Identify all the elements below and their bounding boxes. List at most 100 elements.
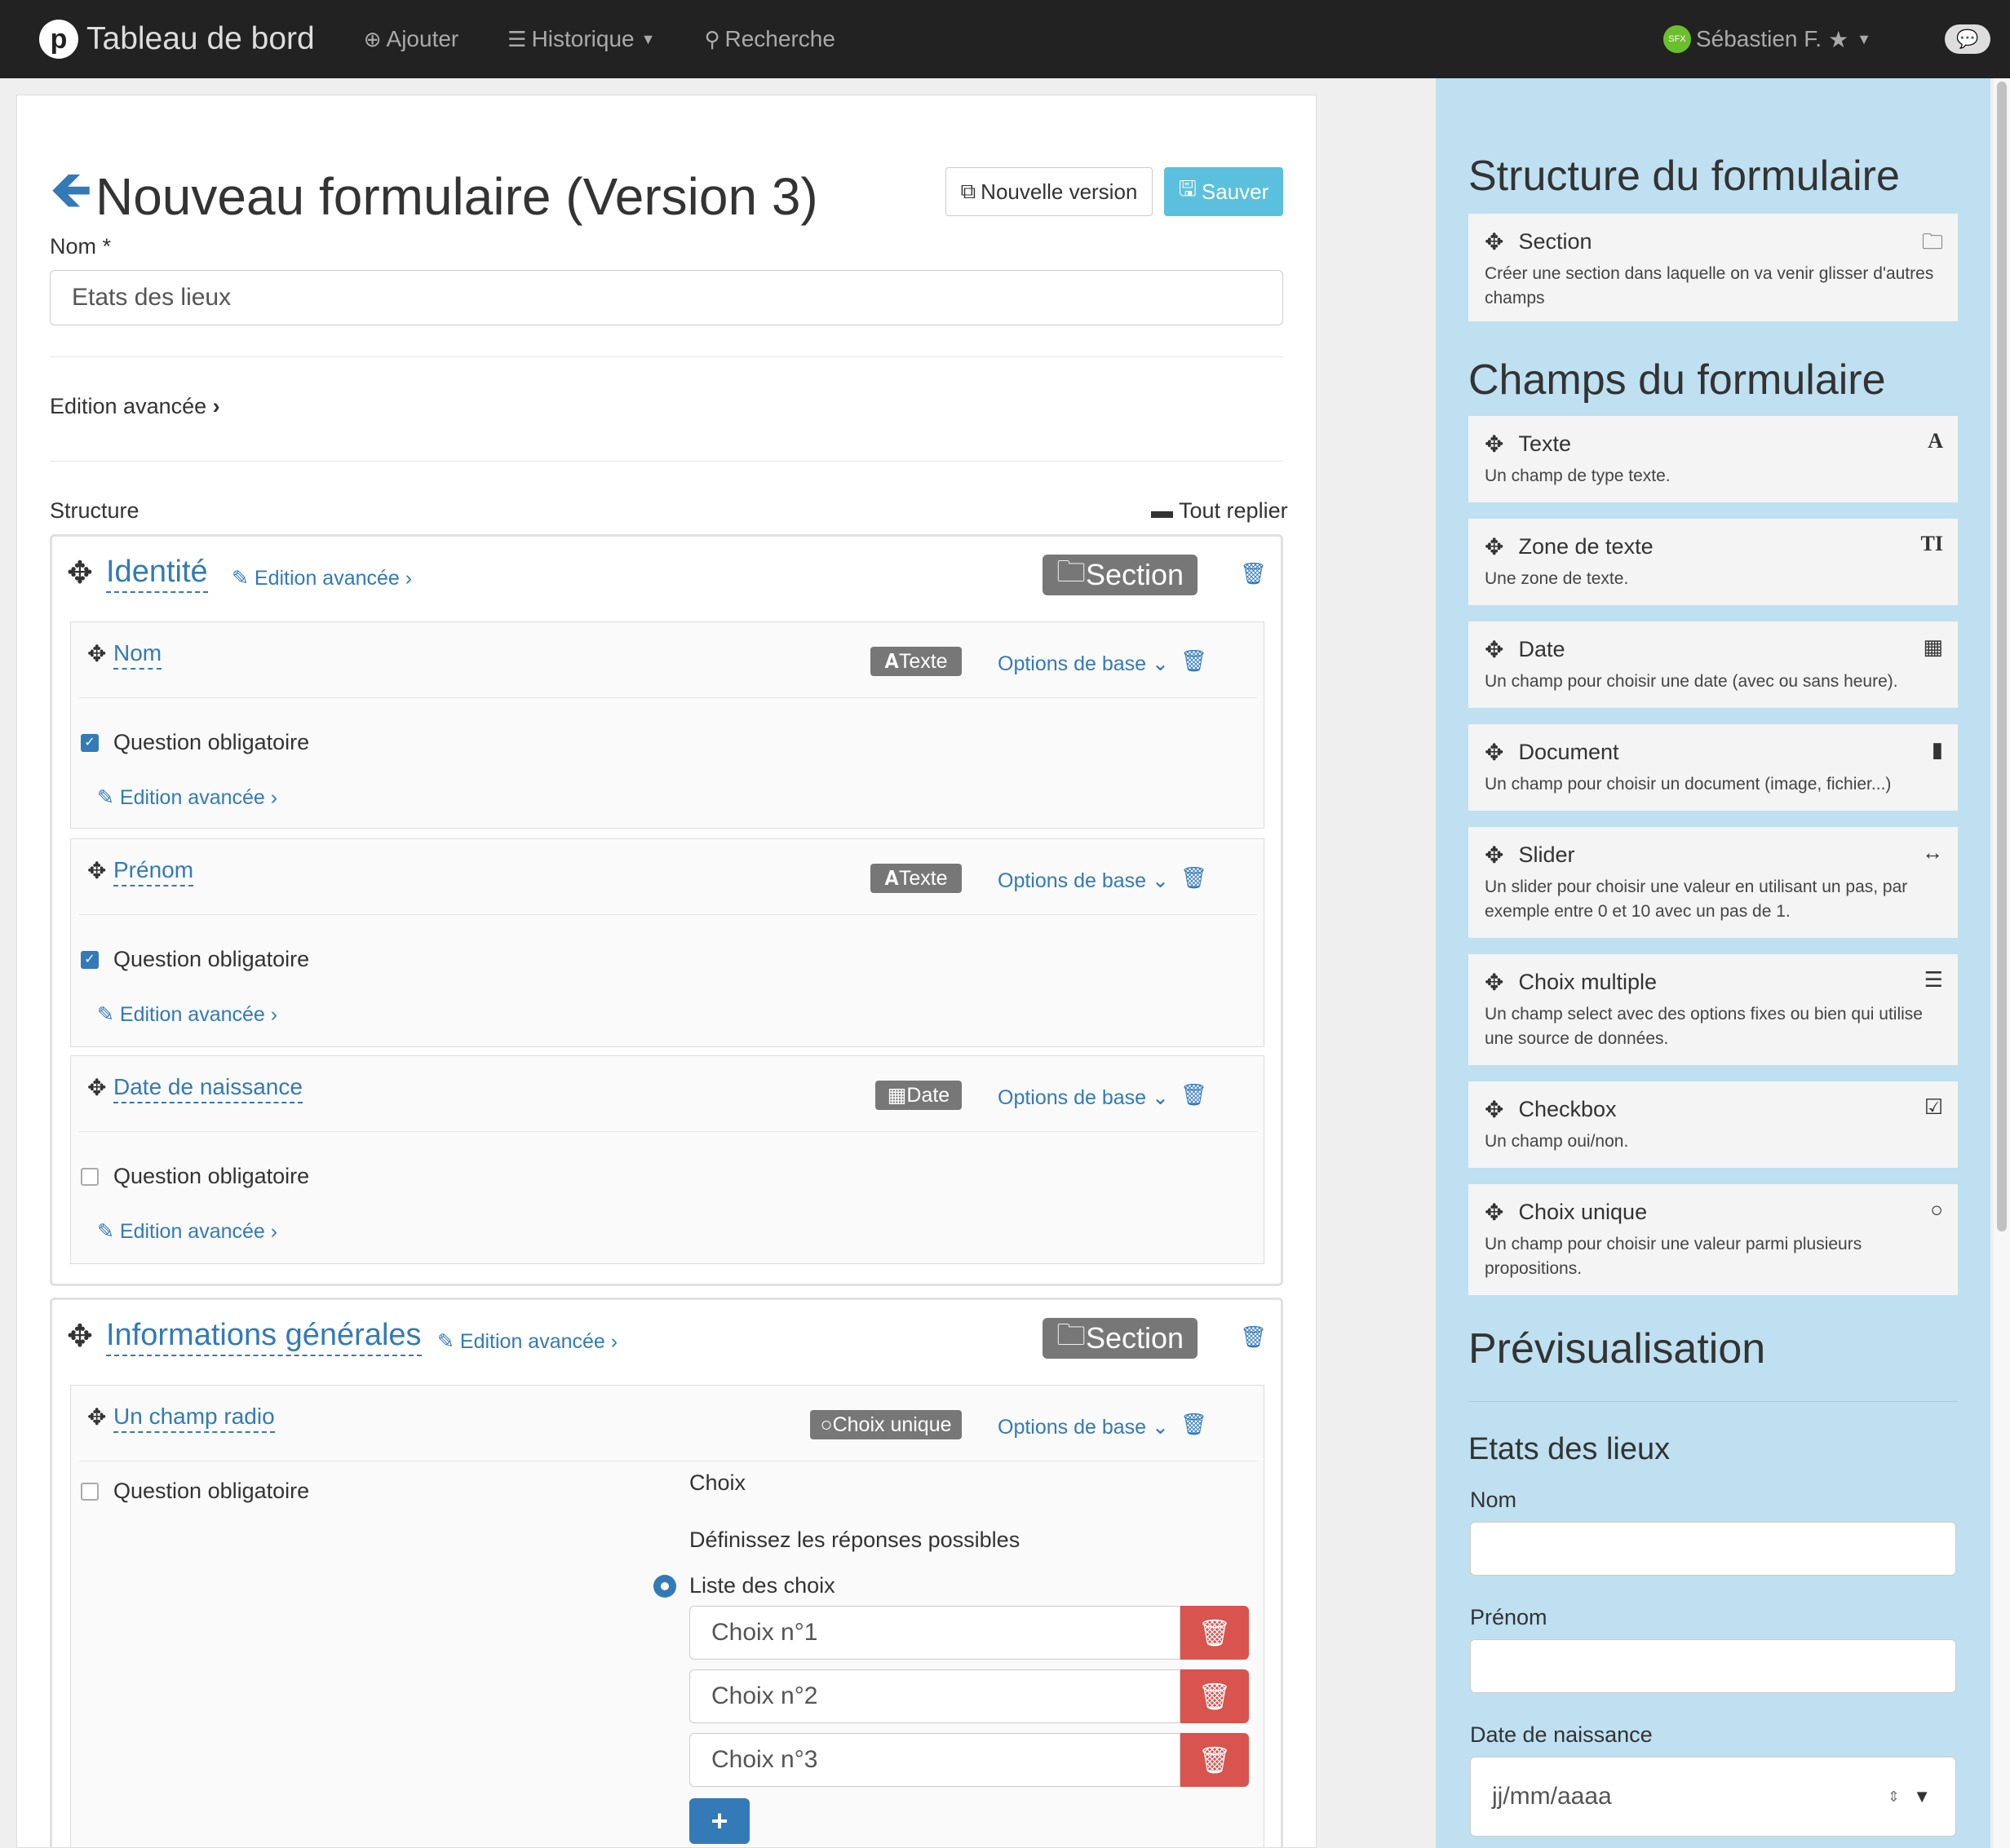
base-options-dropdown[interactable]: Options de base ⌄: [998, 1415, 1169, 1439]
page-title-text: Nouveau formulaire (Version 3): [95, 167, 818, 226]
trash-icon[interactable]: 🗑: [1180, 1412, 1207, 1437]
list-icon: ☰: [1924, 967, 1943, 992]
palette-texte[interactable]: ✥ Texte Un champ de type texte. A: [1468, 416, 1958, 502]
section-title[interactable]: Identité: [106, 555, 208, 593]
required-checkbox[interactable]: Question obligatoire: [81, 1164, 309, 1189]
field-advanced-link[interactable]: ✎ Edition avancée ›: [97, 1002, 277, 1027]
scrollbar[interactable]: [1994, 78, 2010, 1848]
required-checkbox[interactable]: Question obligatoire: [81, 1479, 309, 1504]
trash-icon[interactable]: 🗑: [1180, 648, 1207, 674]
move-icon: ✥: [1485, 842, 1504, 868]
radio-selected-icon: [653, 1574, 676, 1598]
move-icon[interactable]: ✥: [87, 1074, 106, 1101]
arrows-horizontal-icon: ↔: [1922, 840, 1943, 864]
section-advanced-link[interactable]: ✎ Edition avancée ›: [232, 566, 412, 590]
type-badge: ○ Choix unique: [810, 1410, 962, 1439]
trash-icon: 🗑: [1198, 1618, 1232, 1647]
move-icon: ✥: [1485, 1200, 1504, 1225]
nav-history[interactable]: ☰ Historique ▼: [507, 26, 655, 52]
new-version-button[interactable]: ⧉ Nouvelle version: [945, 167, 1153, 216]
palette-section[interactable]: ✥ Section Créer une section dans laquelle…: [1468, 214, 1958, 321]
delete-choice-button[interactable]: 🗑: [1180, 1606, 1249, 1660]
minus-square-icon: ▬: [1151, 498, 1173, 523]
form-name-input[interactable]: Etats des lieux: [50, 270, 1283, 325]
palette-choix-multiple[interactable]: ✥ Choix multiple Un champ select avec des…: [1468, 954, 1958, 1065]
delete-choice-button[interactable]: 🗑: [1180, 1669, 1249, 1723]
move-icon[interactable]: ✥: [87, 640, 106, 667]
preview-prenom-input[interactable]: [1470, 1639, 1956, 1693]
field-advanced-link[interactable]: ✎ Edition avancée ›: [97, 785, 277, 810]
collapse-all-button[interactable]: ▬ Tout replier: [1151, 498, 1288, 524]
choices-list-radio[interactable]: Liste des choix: [653, 1573, 835, 1598]
page-title: 🡸 Nouveau formulaire (Version 3): [50, 153, 818, 241]
field-name[interactable]: Nom: [113, 640, 162, 670]
name-label: Nom *: [50, 234, 112, 259]
brand-label: Tableau de bord: [86, 21, 315, 56]
palette-choix-unique[interactable]: ✥ Choix unique Un champ pour choisir une …: [1468, 1184, 1958, 1295]
divider: [79, 697, 1257, 698]
circle-icon: ○: [1930, 1197, 1943, 1222]
plus-icon: +: [711, 1804, 728, 1837]
move-icon: ✥: [1485, 229, 1504, 254]
nav-add[interactable]: ⊕ Ajouter: [364, 26, 459, 52]
search-icon: ⚲: [704, 26, 720, 51]
palette-slider[interactable]: ✥ Slider Un slider pour choisir une valeu…: [1468, 827, 1958, 938]
scrollbar-thumb[interactable]: [1997, 82, 2007, 1231]
move-icon[interactable]: ✥: [67, 1318, 93, 1355]
trash-icon[interactable]: 🗑: [1240, 561, 1267, 586]
fields-title: Champs du formulaire: [1468, 356, 1886, 404]
section-title[interactable]: Informations générales: [106, 1318, 422, 1356]
field-name[interactable]: Prénom: [113, 857, 194, 886]
field-prenom: ✥ Prénom 𝐀 Texte Options de base ⌄ 🗑 ✓ Qu…: [70, 838, 1264, 1047]
caret-down-icon: ▼: [640, 30, 656, 47]
brand-link[interactable]: p Tableau de bord: [39, 20, 315, 59]
choice-input[interactable]: Choix n°1: [689, 1606, 1180, 1660]
user-menu[interactable]: SFX Sébastien F. ★ ▼: [1662, 25, 1871, 53]
preview-date-input[interactable]: jj/mm/aaaa ⇕ ▼: [1470, 1757, 1956, 1837]
palette-document[interactable]: ✥ Document Un champ pour choisir un docum…: [1468, 724, 1958, 811]
preview-nom-input[interactable]: [1470, 1522, 1956, 1576]
field-name[interactable]: Date de naissance: [113, 1074, 303, 1103]
nav-search[interactable]: ⚲ Recherche: [704, 26, 835, 52]
caret-down-icon: ▼: [1857, 30, 1871, 47]
required-checkbox[interactable]: ✓ Question obligatoire: [81, 730, 309, 755]
section-advanced-link[interactable]: ✎ Edition avancée ›: [437, 1329, 618, 1354]
nav-search-label: Recherche: [724, 26, 835, 51]
move-icon[interactable]: ✥: [87, 1404, 106, 1430]
delete-choice-button[interactable]: 🗑: [1180, 1733, 1249, 1787]
divider: [50, 356, 1283, 357]
back-arrow-icon[interactable]: 🡸: [50, 153, 92, 241]
trash-icon[interactable]: 🗑: [1180, 865, 1207, 891]
choice-input[interactable]: Choix n°3: [689, 1733, 1180, 1787]
base-options-dropdown[interactable]: Options de base ⌄: [998, 652, 1169, 676]
palette-zone-texte[interactable]: ✥ Zone de texte Une zone de texte. TI: [1468, 519, 1958, 605]
star-icon: ★: [1828, 26, 1849, 52]
field-name[interactable]: Un champ radio: [113, 1404, 275, 1433]
add-choice-button[interactable]: +: [689, 1798, 750, 1844]
palette-checkbox[interactable]: ✥ Checkbox Un champ oui/non. ☑: [1468, 1081, 1958, 1168]
palette-date[interactable]: ✥ Date Un champ pour choisir une date (av…: [1468, 621, 1958, 708]
checkbox-empty-icon: [81, 1167, 99, 1186]
section-badge: 🗀 Section: [1043, 1318, 1198, 1359]
chevron-right-icon: ›: [212, 394, 220, 418]
save-button[interactable]: 🖫 Sauver: [1164, 167, 1283, 216]
move-icon[interactable]: ✥: [67, 555, 93, 591]
trash-icon[interactable]: 🗑: [1180, 1082, 1207, 1107]
field-date-naissance: ✥ Date de naissance ▦ Date Options de ba…: [70, 1055, 1264, 1264]
folder-icon: 🗀: [1921, 229, 1943, 254]
required-checkbox[interactable]: ✓ Question obligatoire: [81, 947, 309, 972]
advanced-edit-toggle[interactable]: Edition avancée ›: [50, 394, 220, 419]
new-version-label: Nouvelle version: [981, 179, 1138, 204]
choices-help: Définissez les réponses possibles: [689, 1527, 1020, 1552]
chat-icon[interactable]: 💬: [1945, 24, 1990, 54]
field-advanced-link[interactable]: ✎ Edition avancée ›: [97, 1219, 277, 1244]
choice-input[interactable]: Choix n°2: [689, 1669, 1180, 1723]
base-options-dropdown[interactable]: Options de base ⌄: [998, 869, 1169, 893]
structure-title: Structure du formulaire: [1468, 153, 1900, 200]
base-options-dropdown[interactable]: Options de base ⌄: [998, 1085, 1169, 1110]
save-icon: 🖫: [1178, 176, 1197, 201]
check-square-icon: ☑: [1924, 1094, 1943, 1119]
trash-icon[interactable]: 🗑: [1240, 1324, 1267, 1350]
move-icon[interactable]: ✥: [87, 857, 106, 884]
type-badge: 𝐀 Texte: [870, 647, 962, 676]
